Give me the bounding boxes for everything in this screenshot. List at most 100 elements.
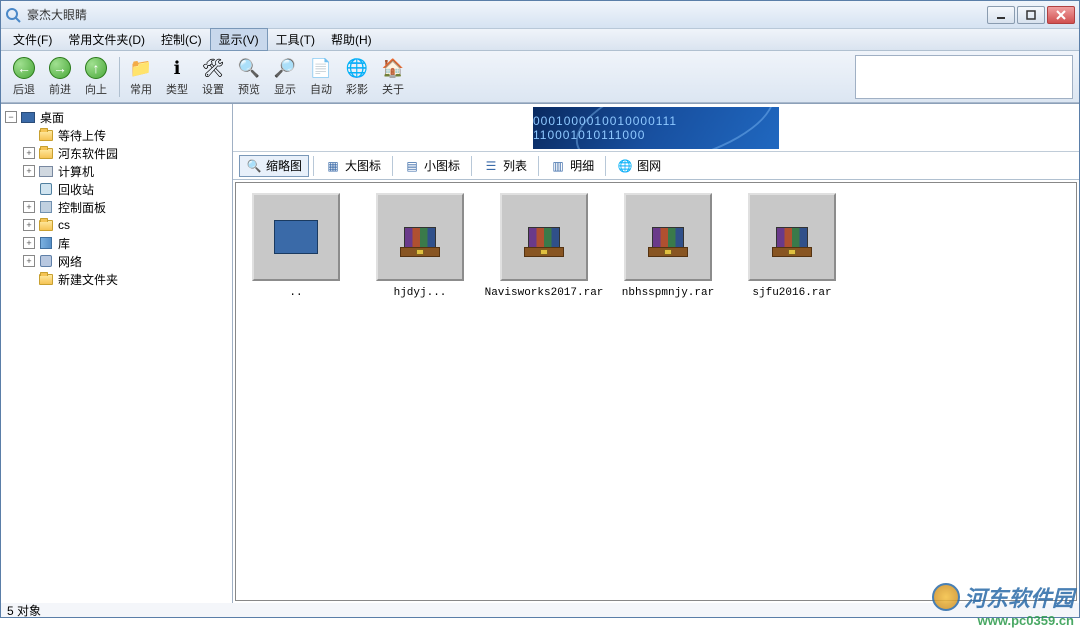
maximize-button[interactable] [1017,6,1045,24]
recycle-icon [38,182,54,196]
web-tab-icon: 🌐 [617,158,633,174]
expand-icon[interactable]: + [23,237,35,249]
tree-item-4[interactable]: +控制面板 [1,198,232,216]
menu-2[interactable]: 控制(C) [153,29,210,50]
thumb-item-2[interactable]: Navisworks2017.rar [494,193,594,299]
menu-0[interactable]: 文件(F) [5,29,60,50]
menubar: 文件(F)常用文件夹(D)控制(C)显示(V)工具(T)帮助(H) [1,29,1079,51]
list-tab-icon: ☰ [483,158,499,174]
forward-button[interactable]: →前进 [43,54,77,100]
thumb-item-0[interactable]: .. [246,193,346,299]
type-button-icon: ℹ [165,56,189,80]
expand-icon[interactable]: + [23,165,35,177]
tree-item-0[interactable]: 等待上传 [1,126,232,144]
small-icon-tab[interactable]: ▤小图标 [397,155,467,177]
collapse-icon[interactable]: − [5,111,17,123]
app-icon [5,7,21,23]
up-button[interactable]: ↑向上 [79,54,113,100]
control-icon [38,200,54,214]
statusbar: 5 对象 [1,603,1079,617]
back-button[interactable]: ←后退 [7,54,41,100]
window-title: 豪杰大眼睛 [27,6,987,23]
thumbnail-tab-icon: 🔍 [246,158,262,174]
thumb-label: nbhsspmnjy.rar [622,287,714,299]
about-button[interactable]: 🏠关于 [376,54,410,100]
show-button[interactable]: 🔎显示 [268,54,302,100]
detail-tab-icon: ▥ [550,158,566,174]
thumb-item-4[interactable]: sjfu2016.rar [742,193,842,299]
body-area: −桌面等待上传+河东软件园+计算机回收站+控制面板+cs+库+网络新建文件夹 0… [1,103,1079,603]
rar-icon [524,217,564,257]
content-panel: 0001000010010000111 110001010111000 🔍缩略图… [233,104,1079,603]
menu-3[interactable]: 显示(V) [210,28,268,51]
small-icon-tab-icon: ▤ [404,158,420,174]
network-icon [38,254,54,268]
forward-button-icon: → [48,56,72,80]
thumb-item-3[interactable]: nbhsspmnjy.rar [618,193,718,299]
banner-row: 0001000010010000111 110001010111000 [233,104,1079,152]
app-window: 豪杰大眼睛 文件(F)常用文件夹(D)控制(C)显示(V)工具(T)帮助(H) … [0,0,1080,618]
view-tabs: 🔍缩略图 ▦大图标 ▤小图标 ☰列表 ▥明细 🌐图网 [233,152,1079,180]
tree-item-5[interactable]: +cs [1,216,232,234]
list-tab[interactable]: ☰列表 [476,155,534,177]
about-button-icon: 🏠 [381,56,405,80]
color-button[interactable]: 🌐彩影 [340,54,374,100]
tree-item-1[interactable]: +河东软件园 [1,144,232,162]
thumbnail-tab[interactable]: 🔍缩略图 [239,155,309,177]
web-tab[interactable]: 🌐图网 [610,155,668,177]
back-button-icon: ← [12,56,36,80]
detail-tab[interactable]: ▥明细 [543,155,601,177]
banner-image: 0001000010010000111 110001010111000 [533,107,779,149]
toolbar-preview-box [855,55,1073,99]
menu-4[interactable]: 工具(T) [268,29,323,50]
up-button-icon: ↑ [84,56,108,80]
close-button[interactable] [1047,6,1075,24]
folder-icon [38,146,54,160]
tree-item-6[interactable]: +库 [1,234,232,252]
preview-button-icon: 🔍 [237,56,261,80]
color-button-icon: 🌐 [345,56,369,80]
tree-item-2[interactable]: +计算机 [1,162,232,180]
common-button-icon: 📁 [129,56,153,80]
banner-text: 0001000010010000111 110001010111000 [533,114,779,142]
thumb-label: hjdyj... [394,287,447,299]
thumbnail-area[interactable]: .. hjdyj... Navisworks2017.rar nbhsspmnjy.r… [235,182,1077,601]
tree-item-8[interactable]: 新建文件夹 [1,270,232,288]
folder-icon [38,218,54,232]
rar-icon [648,217,688,257]
desktop-thumb-icon [274,220,318,254]
rar-icon [400,217,440,257]
thumb-label: .. [289,287,302,299]
expand-icon[interactable]: + [23,219,35,231]
type-button[interactable]: ℹ类型 [160,54,194,100]
auto-button[interactable]: 📄自动 [304,54,338,100]
desktop-icon [20,110,36,124]
minimize-button[interactable] [987,6,1015,24]
folder-tree[interactable]: −桌面等待上传+河东软件园+计算机回收站+控制面板+cs+库+网络新建文件夹 [1,104,233,603]
preview-button[interactable]: 🔍预览 [232,54,266,100]
large-icon-tab-icon: ▦ [325,158,341,174]
folder-icon [38,128,54,142]
window-controls [987,6,1075,24]
thumb-label: sjfu2016.rar [752,287,831,299]
computer-icon [38,164,54,178]
toolbar: ←后退→前进↑向上 📁常用ℹ类型🛠设置🔍预览🔎显示📄自动🌐彩影🏠关于 [1,51,1079,103]
menu-1[interactable]: 常用文件夹(D) [60,29,153,50]
tree-root[interactable]: −桌面 [1,108,232,126]
expand-icon[interactable]: + [23,255,35,267]
menu-5[interactable]: 帮助(H) [323,29,380,50]
expand-icon[interactable]: + [23,147,35,159]
expand-icon[interactable]: + [23,201,35,213]
rar-icon [772,217,812,257]
settings-button[interactable]: 🛠设置 [196,54,230,100]
folder-icon [38,272,54,286]
show-button-icon: 🔎 [273,56,297,80]
tree-item-3[interactable]: 回收站 [1,180,232,198]
status-text: 5 对象 [7,602,41,619]
library-icon [38,236,54,250]
common-button[interactable]: 📁常用 [124,54,158,100]
thumb-item-1[interactable]: hjdyj... [370,193,470,299]
tree-item-7[interactable]: +网络 [1,252,232,270]
large-icon-tab[interactable]: ▦大图标 [318,155,388,177]
thumb-label: Navisworks2017.rar [485,287,604,299]
